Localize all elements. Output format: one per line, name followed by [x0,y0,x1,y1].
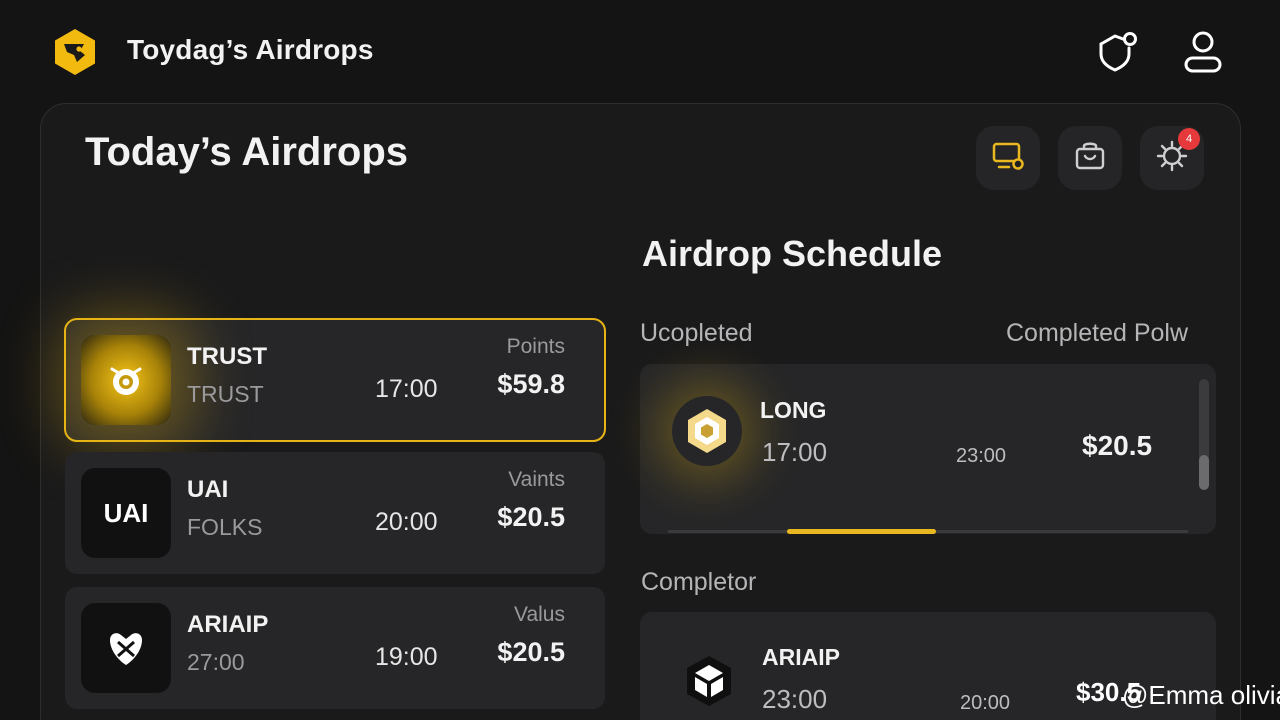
airdrop-card-ariaip[interactable]: ARIAIP 27:00 19:00 Valus $20.5 [65,587,605,709]
uai-logo-text: UAI [103,497,149,528]
schedule-card-long[interactable]: LONG 17:00 23:00 $20.5 [640,364,1216,534]
shopping-bag-icon [1073,139,1107,178]
airdrop-time: 17:00 [375,375,438,403]
schedule-amount: $20.5 [1082,430,1153,461]
schedule-time: 23:00 [762,684,828,714]
airdrop-label: Valus [514,603,565,626]
schedule-time-end: 23:00 [956,445,1007,467]
airdrop-name: TRUST [187,343,267,370]
schedule-col-right[interactable]: Completed Polw [1006,319,1188,348]
app-bar: Toydag’s Airdrops [0,0,1280,104]
wallet-screen-icon [991,139,1025,178]
airdrop-card-uai[interactable]: UAI UAI FOLKS 20:00 Vaints $20.5 [65,452,605,574]
schedule-name: LONG [760,397,827,423]
airdrop-time: 20:00 [375,508,438,536]
airdrop-card-trust[interactable]: TRUST TRUST 17:00 Points $59.8 [64,318,606,442]
airdrop-label: Points [506,335,565,358]
watermark: @Emma olivia [1122,680,1280,710]
schedule-section-title: Completor [641,568,757,596]
airdrop-amount: $59.8 [497,369,565,399]
schedule-time-end: 20:00 [960,692,1011,714]
notification-badge: 4 [1178,128,1200,150]
schedule-title: Airdrop Schedule [642,233,943,274]
schedule-name: ARIAIP [762,644,840,670]
airdrop-sub: 27:00 [187,649,245,675]
ariaip-cube-icon [674,646,744,716]
airdrop-name: UAI [187,476,229,503]
airdrop-amount: $20.5 [497,637,565,667]
wallet-screen-button[interactable] [976,126,1040,190]
airdrop-sub: FOLKS [187,514,263,540]
airdrop-time: 19:00 [375,643,438,671]
airdrop-label: Vaints [508,468,565,491]
user-icon[interactable] [1178,26,1228,76]
ariaip-shield-icon [81,603,171,693]
shield-badge-icon[interactable] [1091,26,1141,76]
airdrop-amount: $20.5 [497,502,565,532]
schedule-scrollbar-thumb[interactable] [1199,455,1209,490]
schedule-col-left[interactable]: Ucopleted [640,319,753,348]
schedule-time: 17:00 [762,437,828,467]
airdrop-name: ARIAIP [187,611,269,638]
long-hex-icon [672,396,742,466]
trust-target-icon [81,335,171,425]
shopping-bag-button[interactable] [1058,126,1122,190]
progress-fill [787,529,936,534]
airdrop-sub: TRUST [187,381,264,407]
page-title: Today’s Airdrops [85,130,409,174]
uai-logo: UAI [81,468,171,558]
app-title: Toydag’s Airdrops [127,34,374,65]
app-logo-icon[interactable] [50,27,100,77]
